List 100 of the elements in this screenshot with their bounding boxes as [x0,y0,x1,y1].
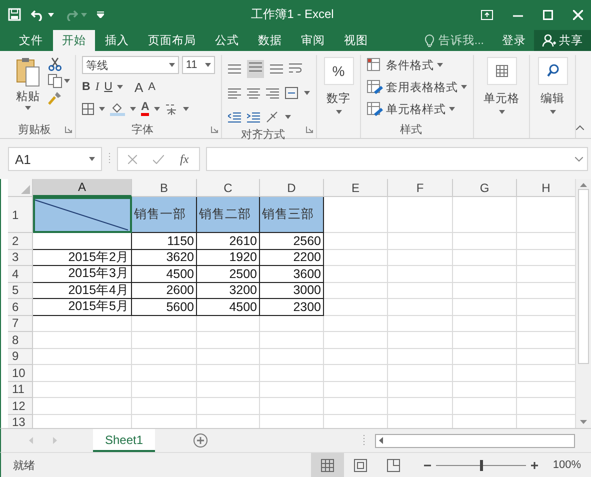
column-header[interactable]: F [388,179,453,197]
view-button[interactable] [310,453,344,477]
caret-icon[interactable] [285,115,291,120]
caret-icon[interactable] [48,12,54,17]
cells-button[interactable]: 单元格 [484,91,520,114]
search-icon[interactable] [538,57,568,86]
caret-icon[interactable] [168,63,175,68]
share-button[interactable]: 共享 [534,30,591,52]
wrap-text-icon[interactable] [289,63,302,76]
row-header[interactable]: 6 [8,299,33,316]
ribbon-tab[interactable]: 视图 [335,30,377,52]
merge-icon[interactable] [285,87,298,100]
column-header[interactable]: G [453,179,517,197]
column-header[interactable]: D [260,179,324,197]
add-sheet-icon[interactable] [193,433,208,448]
table-cell[interactable]: 2560 [260,233,324,250]
styles-menu-item[interactable]: 套用表格格式 [367,77,467,98]
ribbon-tab[interactable]: 页面布局 [139,30,205,52]
row-header[interactable]: 12 [8,398,33,414]
zoom-level-text[interactable]: 100% [552,459,581,471]
caret-icon[interactable] [449,107,455,112]
format-painter-icon[interactable] [48,91,62,106]
customize-icon[interactable] [97,11,104,18]
ribbon-tab[interactable]: 公式 [206,30,248,52]
caret-icon[interactable] [25,106,31,110]
align-right-icon[interactable] [266,88,279,99]
scroll-up-icon[interactable] [580,183,588,187]
column-header[interactable]: H [517,179,576,197]
row-header[interactable]: 5 [8,282,33,299]
orientation-icon[interactable] [266,111,279,124]
row-header[interactable]: 11 [8,382,33,398]
row-header[interactable]: 7 [8,316,33,332]
caret-icon[interactable] [117,85,124,90]
font-color-button[interactable]: A [141,102,150,116]
caret-icon[interactable] [498,110,504,114]
column-header[interactable]: E [324,179,388,197]
caret-icon[interactable] [130,107,136,112]
dialog-launcher-icon[interactable] [65,126,72,134]
table-cell[interactable]: 2200 [260,250,324,266]
row-header[interactable]: 4 [8,266,33,282]
styles-menu-item[interactable]: 条件格式 [367,55,467,76]
collapse-ribbon-icon[interactable] [576,125,584,130]
font-name-dropdown[interactable]: 等线 [82,56,179,74]
table-cell[interactable]: 3200 [197,282,260,299]
table-cell[interactable]: 3600 [260,266,324,282]
table-cell[interactable]: 2600 [132,282,197,299]
table-cell[interactable]: 销售一部 [132,197,197,233]
caret-icon[interactable] [99,107,105,112]
row-header[interactable]: 9 [8,348,33,365]
cut-icon[interactable] [48,57,62,72]
row-header[interactable]: 13 [8,414,33,428]
ribbon-tab[interactable]: 插入 [96,30,138,52]
caret-icon[interactable] [205,63,211,68]
table-cell[interactable]: 2015年5月 [33,299,132,316]
row-header[interactable]: 8 [8,332,33,348]
row-header[interactable]: 3 [8,250,33,266]
previous-sheet-icon[interactable] [29,437,33,444]
table-cell[interactable]: 2015年4月 [33,282,132,299]
zoom-slider-thumb[interactable] [480,460,483,470]
decrease-indent-icon[interactable] [228,112,241,123]
paste-button[interactable]: 粘贴 [16,57,40,110]
grow-font-button[interactable]: A [134,80,144,95]
next-sheet-icon[interactable] [53,437,57,444]
table-cell[interactable]: 5600 [132,299,197,316]
table-cell[interactable]: 2015年3月 [33,266,132,282]
ribbon-tab[interactable]: 数据 [249,30,291,52]
caret-icon[interactable] [183,107,190,112]
undo-icon[interactable] [31,8,45,21]
caret-icon[interactable] [550,110,556,114]
column-header[interactable]: B [132,179,197,197]
align-left-icon[interactable] [228,88,241,99]
caret-icon[interactable] [64,79,70,84]
align-center-icon[interactable] [247,88,260,99]
cancel-icon[interactable] [128,154,137,164]
save-icon[interactable] [8,8,21,22]
caret-icon[interactable] [461,85,467,90]
increase-indent-icon[interactable] [247,112,260,123]
ribbon-tab[interactable]: 开始 [53,30,95,52]
dialog-launcher-icon[interactable] [211,126,218,134]
ribbon-tab[interactable]: 审阅 [292,30,334,52]
align-middle-icon[interactable] [249,62,262,74]
scroll-down-icon[interactable] [580,420,588,424]
formula-input[interactable] [206,147,588,172]
dialog-launcher-icon[interactable] [306,126,313,134]
expand-icon[interactable] [575,156,583,162]
table-cell[interactable]: 2300 [260,299,324,316]
enter-icon[interactable] [153,154,164,164]
editing-button[interactable]: 编辑 [540,91,564,114]
name-box[interactable]: A1 [8,147,102,172]
scrollbar-thumb[interactable] [578,189,590,364]
sheet-tab[interactable]: Sheet1 [93,429,156,452]
table-cell[interactable]: 2500 [197,266,260,282]
table-cell[interactable]: 4500 [132,266,197,282]
align-top-icon[interactable] [228,64,241,75]
number-button[interactable]: 数字 [326,91,350,114]
sign-in-link[interactable]: 登录 [494,30,534,52]
column-header[interactable]: A [33,179,132,197]
shrink-font-button[interactable]: A [148,81,156,94]
row-header[interactable]: 1 [8,197,33,233]
insert-function-button[interactable]: fx [180,152,189,167]
